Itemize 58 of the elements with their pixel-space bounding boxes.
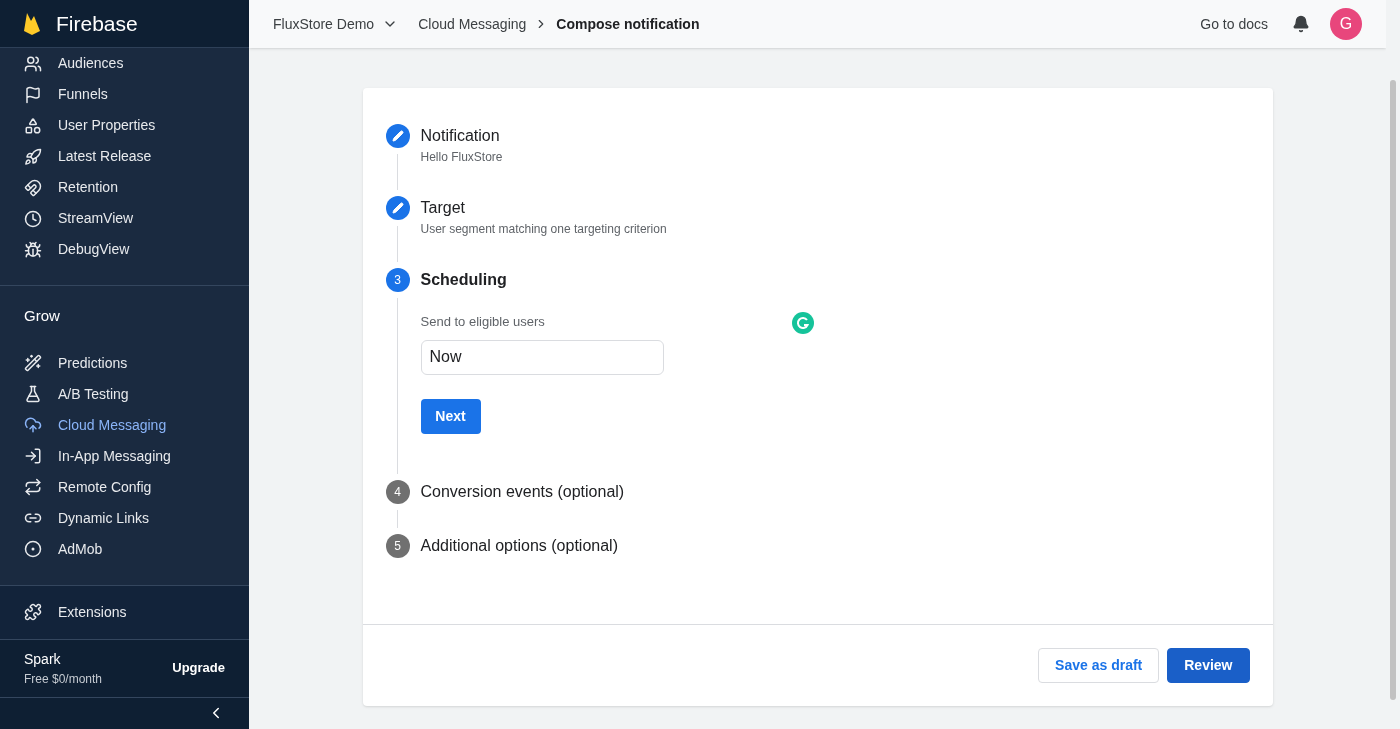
magnet-icon xyxy=(24,178,42,197)
nav-item[interactable]: AdMob xyxy=(0,533,249,565)
nav-item[interactable]: StreamView xyxy=(0,203,249,234)
flame-logo-icon xyxy=(24,12,40,35)
field-label: Send to eligible users xyxy=(420,313,546,331)
plan-price: Free $0/month xyxy=(24,670,103,688)
enter-icon xyxy=(24,447,42,465)
rocket-icon xyxy=(24,147,42,166)
people-list-icon xyxy=(24,54,42,73)
step-summary: Hello FluxStore xyxy=(420,149,503,166)
bug-icon xyxy=(24,240,42,259)
nav-item[interactable]: Funnels xyxy=(0,79,249,110)
bars-icon xyxy=(24,85,42,104)
nav-item[interactable]: Dynamic Links xyxy=(0,502,249,534)
page-title: Compose notification xyxy=(556,14,700,34)
clock-icon xyxy=(24,209,42,228)
cloud-icon xyxy=(24,416,42,434)
step-summary: User segment matching one targeting criterion xyxy=(420,221,667,238)
project-dropdown[interactable]: FluxStore Demo xyxy=(273,13,399,35)
step-title[interactable]: Notification xyxy=(420,124,503,148)
next-button[interactable]: Next xyxy=(420,398,481,434)
step-number: 5 xyxy=(385,533,410,558)
nav-item[interactable]: DebugView xyxy=(0,234,249,265)
section-title: Grow xyxy=(23,306,61,326)
edit-step-icon xyxy=(385,196,410,220)
schedule-select[interactable]: Now xyxy=(420,339,664,375)
nav-item[interactable]: Retention xyxy=(0,172,249,203)
step-title[interactable]: Conversion events (optional) xyxy=(420,479,625,504)
nav-item[interactable]: Predictions xyxy=(0,347,249,379)
arrows-icon xyxy=(24,478,42,496)
nav-item[interactable]: In-App Messaging xyxy=(0,440,249,472)
upgrade-button[interactable]: Upgrade xyxy=(172,658,225,678)
nav-item[interactable]: A/B Testing xyxy=(0,378,249,410)
brand-title: Firebase xyxy=(56,10,138,37)
edit-step-icon xyxy=(385,124,410,148)
breadcrumb-link[interactable]: Cloud Messaging xyxy=(418,13,527,35)
puzzle-icon xyxy=(24,603,42,621)
nav-item[interactable]: User Properties xyxy=(0,110,249,141)
grammarly-icon xyxy=(791,312,814,334)
step-title[interactable]: Target xyxy=(420,196,667,220)
nav-item[interactable]: Cloud Messaging xyxy=(0,409,249,441)
ring-icon xyxy=(24,540,42,558)
step-title[interactable]: Additional options (optional) xyxy=(420,533,618,558)
plan-name: Spark xyxy=(24,649,62,669)
shapes-icon xyxy=(24,116,42,135)
wand-icon xyxy=(24,354,42,372)
flask-icon xyxy=(24,385,42,403)
step-number: 3 xyxy=(385,268,410,292)
notifications-icon[interactable] xyxy=(1292,15,1310,33)
nav-item[interactable]: Remote Config xyxy=(0,471,249,503)
nav-item[interactable]: Latest Release xyxy=(0,141,249,172)
step-number: 4 xyxy=(385,479,410,504)
avatar[interactable]: G xyxy=(1330,8,1362,40)
nav-item[interactable]: Audiences xyxy=(0,48,249,79)
review-button[interactable]: Review xyxy=(1167,648,1250,683)
docs-link[interactable]: Go to docs xyxy=(1200,13,1268,35)
step-title[interactable]: Scheduling xyxy=(420,268,664,292)
save-draft-button[interactable]: Save as draft xyxy=(1038,648,1160,683)
